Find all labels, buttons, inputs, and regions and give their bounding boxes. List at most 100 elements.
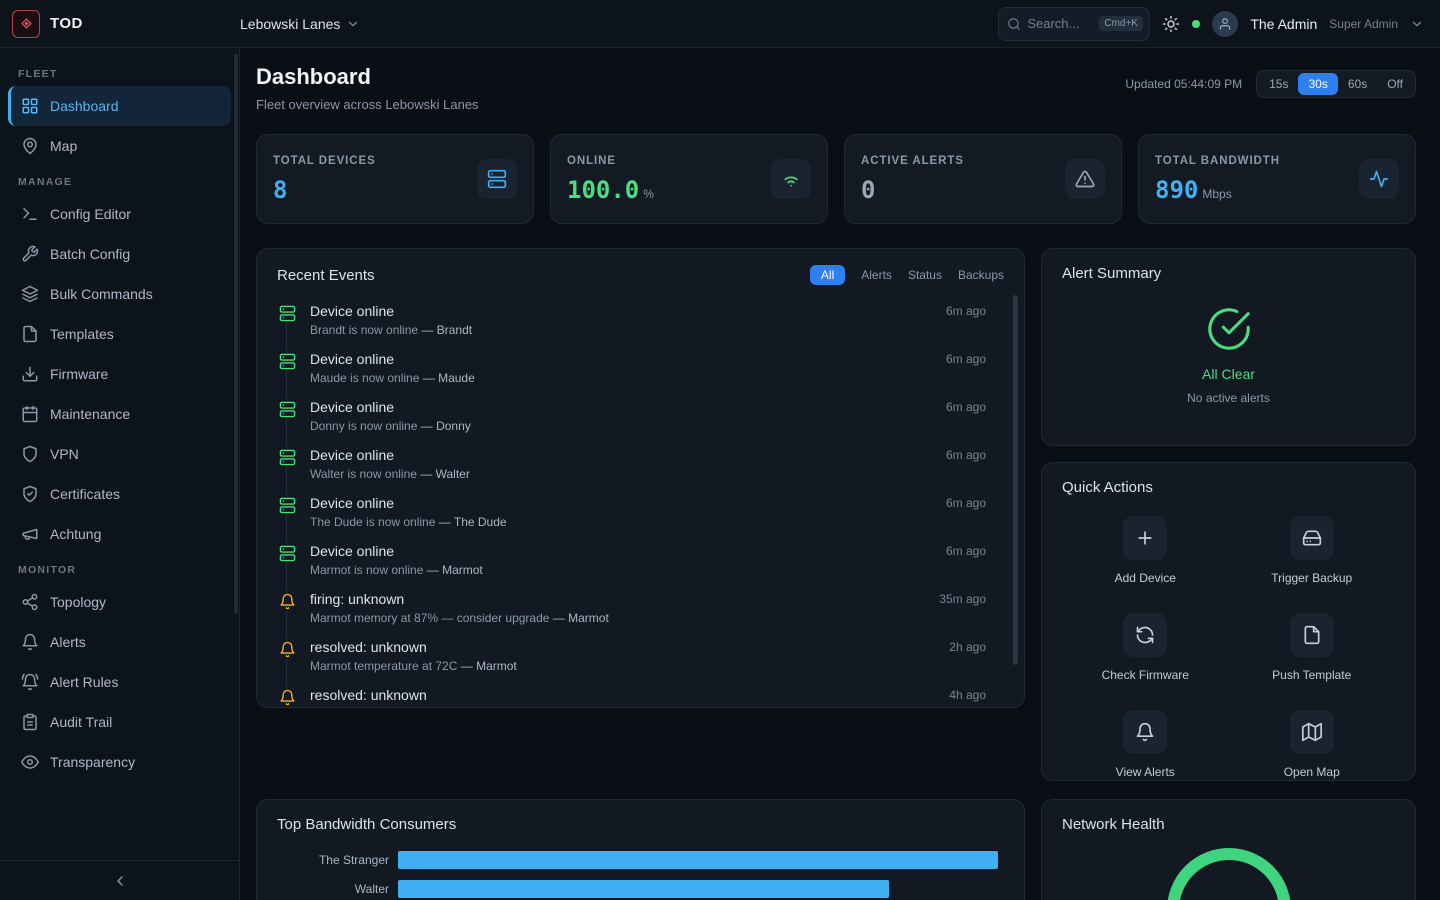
topbar-right: Cmd+K The Admin Super Admin <box>998 7 1424 41</box>
tab-alerts[interactable]: Alerts <box>861 268 892 282</box>
server-icon <box>277 351 297 371</box>
terminal-icon <box>21 205 39 223</box>
sidebar-item-map[interactable]: Map <box>8 126 231 166</box>
bandwidth-title: Top Bandwidth Consumers <box>277 816 1004 833</box>
page-subtitle: Fleet overview across Lebowski Lanes <box>256 97 479 112</box>
search-icon <box>1007 17 1021 31</box>
quick-action-add-device[interactable]: Add Device <box>1062 516 1229 585</box>
tab-status[interactable]: Status <box>908 268 942 282</box>
alert-triangle-icon <box>1065 159 1105 199</box>
event-row[interactable]: resolved: unknown 4h ago <box>277 685 986 708</box>
refresh-option-30s[interactable]: 30s <box>1298 73 1337 95</box>
quick-action-trigger-backup[interactable]: Trigger Backup <box>1229 516 1396 585</box>
sidebar-item-alerts[interactable]: Alerts <box>8 622 231 662</box>
bell-icon <box>277 639 297 659</box>
quick-action-view-alerts[interactable]: View Alerts <box>1062 710 1229 779</box>
sidebar-item-achtung[interactable]: Achtung <box>8 514 231 554</box>
wrench-icon <box>21 245 39 263</box>
chevron-down-icon[interactable] <box>1410 17 1424 31</box>
clipboard-icon <box>21 713 39 731</box>
bell-icon <box>277 687 297 707</box>
map-pin-icon <box>21 137 39 155</box>
event-row[interactable]: resolved: unknownMarmot temperature at 7… <box>277 637 986 685</box>
server-icon <box>277 543 297 563</box>
bell-icon <box>21 633 39 651</box>
org-selector[interactable]: Lebowski Lanes <box>240 16 360 32</box>
network-health-panel: Network Health <box>1041 799 1416 900</box>
sidebar: FLEET Dashboard Map MANAGE Config Editor… <box>0 48 240 900</box>
shield-check-icon <box>21 485 39 503</box>
event-row[interactable]: Device onlineMaude is now online — Maude… <box>277 349 986 397</box>
sidebar-item-dashboard[interactable]: Dashboard <box>8 86 231 126</box>
sidebar-section-fleet: FLEET <box>8 58 231 86</box>
updated-timestamp: Updated 05:44:09 PM <box>1125 77 1242 91</box>
events-scrollbar-thumb[interactable] <box>1013 295 1018 665</box>
events-list: Device onlineBrandt is now online — Bran… <box>277 301 1004 708</box>
event-row[interactable]: firing: unknownMarmot memory at 87% — co… <box>277 589 986 637</box>
alert-summary-panel: Alert Summary All Clear No active alerts <box>1041 248 1416 446</box>
theme-toggle-button[interactable] <box>1162 15 1180 33</box>
sidebar-item-audit-trail[interactable]: Audit Trail <box>8 702 231 742</box>
map-icon <box>1290 710 1334 754</box>
quick-action-open-map[interactable]: Open Map <box>1229 710 1396 779</box>
network-health-title: Network Health <box>1062 816 1395 833</box>
user-avatar[interactable] <box>1212 11 1238 37</box>
sun-icon <box>1162 15 1180 33</box>
refresh-interval-toggle: 15s 30s 60s Off <box>1256 70 1416 98</box>
sidebar-item-alert-rules[interactable]: Alert Rules <box>8 662 231 702</box>
user-icon <box>1218 17 1232 31</box>
refresh-option-off[interactable]: Off <box>1377 73 1413 95</box>
event-row[interactable]: Device onlineMarmot is now online — Marm… <box>277 541 986 589</box>
sidebar-collapse-button[interactable] <box>0 860 239 900</box>
sidebar-item-topology[interactable]: Topology <box>8 582 231 622</box>
sidebar-item-batch-config[interactable]: Batch Config <box>8 234 231 274</box>
sidebar-item-transparency[interactable]: Transparency <box>8 742 231 782</box>
stat-card-online: ONLINE 100.0% <box>550 134 828 224</box>
shield-icon <box>21 445 39 463</box>
org-name: Lebowski Lanes <box>240 16 340 32</box>
sidebar-section-monitor: MONITOR <box>8 554 231 582</box>
calendar-icon <box>21 405 39 423</box>
chevron-down-icon <box>346 17 360 31</box>
tab-backups[interactable]: Backups <box>958 268 1004 282</box>
event-row[interactable]: Device onlineBrandt is now online — Bran… <box>277 301 986 349</box>
brand: TOD <box>12 10 240 38</box>
page-header: Dashboard Fleet overview across Lebowski… <box>256 64 1416 112</box>
refresh-option-15s[interactable]: 15s <box>1259 73 1298 95</box>
recent-events-title: Recent Events <box>277 267 375 284</box>
bell-ring-icon <box>21 673 39 691</box>
quick-actions-title: Quick Actions <box>1062 479 1395 496</box>
event-row[interactable]: Device onlineThe Dude is now online — Th… <box>277 493 986 541</box>
sidebar-item-config-editor[interactable]: Config Editor <box>8 194 231 234</box>
refresh-option-60s[interactable]: 60s <box>1338 73 1377 95</box>
topbar: TOD Lebowski Lanes Cmd+K The Admin Super… <box>0 0 1440 48</box>
bandwidth-row: The Stranger <box>277 851 1004 869</box>
chevron-left-icon <box>112 873 128 889</box>
event-row[interactable]: Device onlineWalter is now online — Walt… <box>277 445 986 493</box>
sidebar-item-certificates[interactable]: Certificates <box>8 474 231 514</box>
file-icon <box>1290 613 1334 657</box>
search-input[interactable] <box>1027 16 1093 31</box>
tab-all[interactable]: All <box>810 265 845 285</box>
bell-icon <box>1123 710 1167 754</box>
download-icon <box>21 365 39 383</box>
sidebar-item-firmware[interactable]: Firmware <box>8 354 231 394</box>
server-icon <box>477 159 517 199</box>
sidebar-item-bulk-commands[interactable]: Bulk Commands <box>8 274 231 314</box>
user-name: The Admin <box>1250 16 1317 32</box>
app-root: TOD Lebowski Lanes Cmd+K The Admin Super… <box>0 0 1440 900</box>
sidebar-item-templates[interactable]: Templates <box>8 314 231 354</box>
server-icon <box>277 447 297 467</box>
bandwidth-chart: The Stranger Walter <box>277 851 1004 898</box>
sidebar-section-manage: MANAGE <box>8 166 231 194</box>
search-box[interactable]: Cmd+K <box>998 7 1150 41</box>
event-row[interactable]: Device onlineDonny is now online — Donny… <box>277 397 986 445</box>
quick-action-check-firmware[interactable]: Check Firmware <box>1062 613 1229 682</box>
sidebar-item-vpn[interactable]: VPN <box>8 434 231 474</box>
quick-action-push-template[interactable]: Push Template <box>1229 613 1396 682</box>
eye-icon <box>21 753 39 771</box>
wifi-icon <box>771 159 811 199</box>
sidebar-scrollbar-thumb[interactable] <box>234 54 238 614</box>
alert-status-text: All Clear <box>1202 366 1255 382</box>
sidebar-item-maintenance[interactable]: Maintenance <box>8 394 231 434</box>
